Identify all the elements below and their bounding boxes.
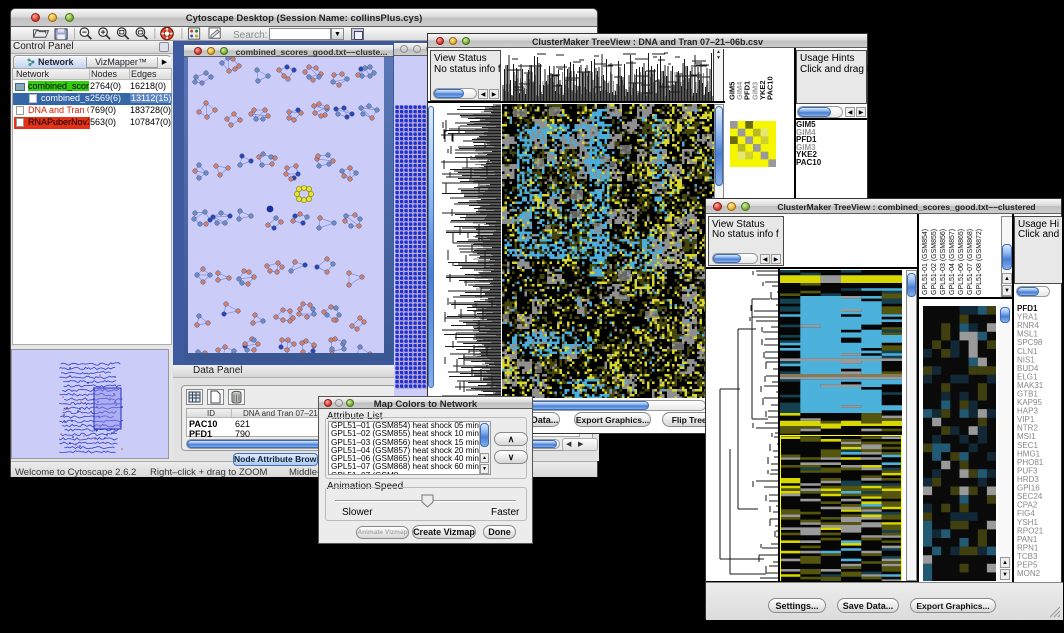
svg-text:GPL51-07 (GSM868): GPL51-07 (GSM868) [967, 229, 974, 295]
svg-text:MON2: MON2 [1017, 569, 1041, 578]
svg-text:PAC10: PAC10 [766, 76, 775, 100]
svg-text:GPL51-02 (GSM855): GPL51-02 (GSM855) [931, 229, 938, 295]
svg-text:GPL51-04 (GSM857): GPL51-04 (GSM857) [949, 229, 956, 295]
svg-text:GPL51-08 (GSM872): GPL51-08 (GSM872) [976, 229, 983, 295]
svg-text:GPL51-01 (GSM854): GPL51-01 (GSM854) [922, 229, 929, 295]
svg-text:GPL51-03 (GSM856): GPL51-03 (GSM856) [940, 229, 947, 295]
svg-text:GPL51-06 (GSM865): GPL51-06 (GSM865) [958, 229, 965, 295]
